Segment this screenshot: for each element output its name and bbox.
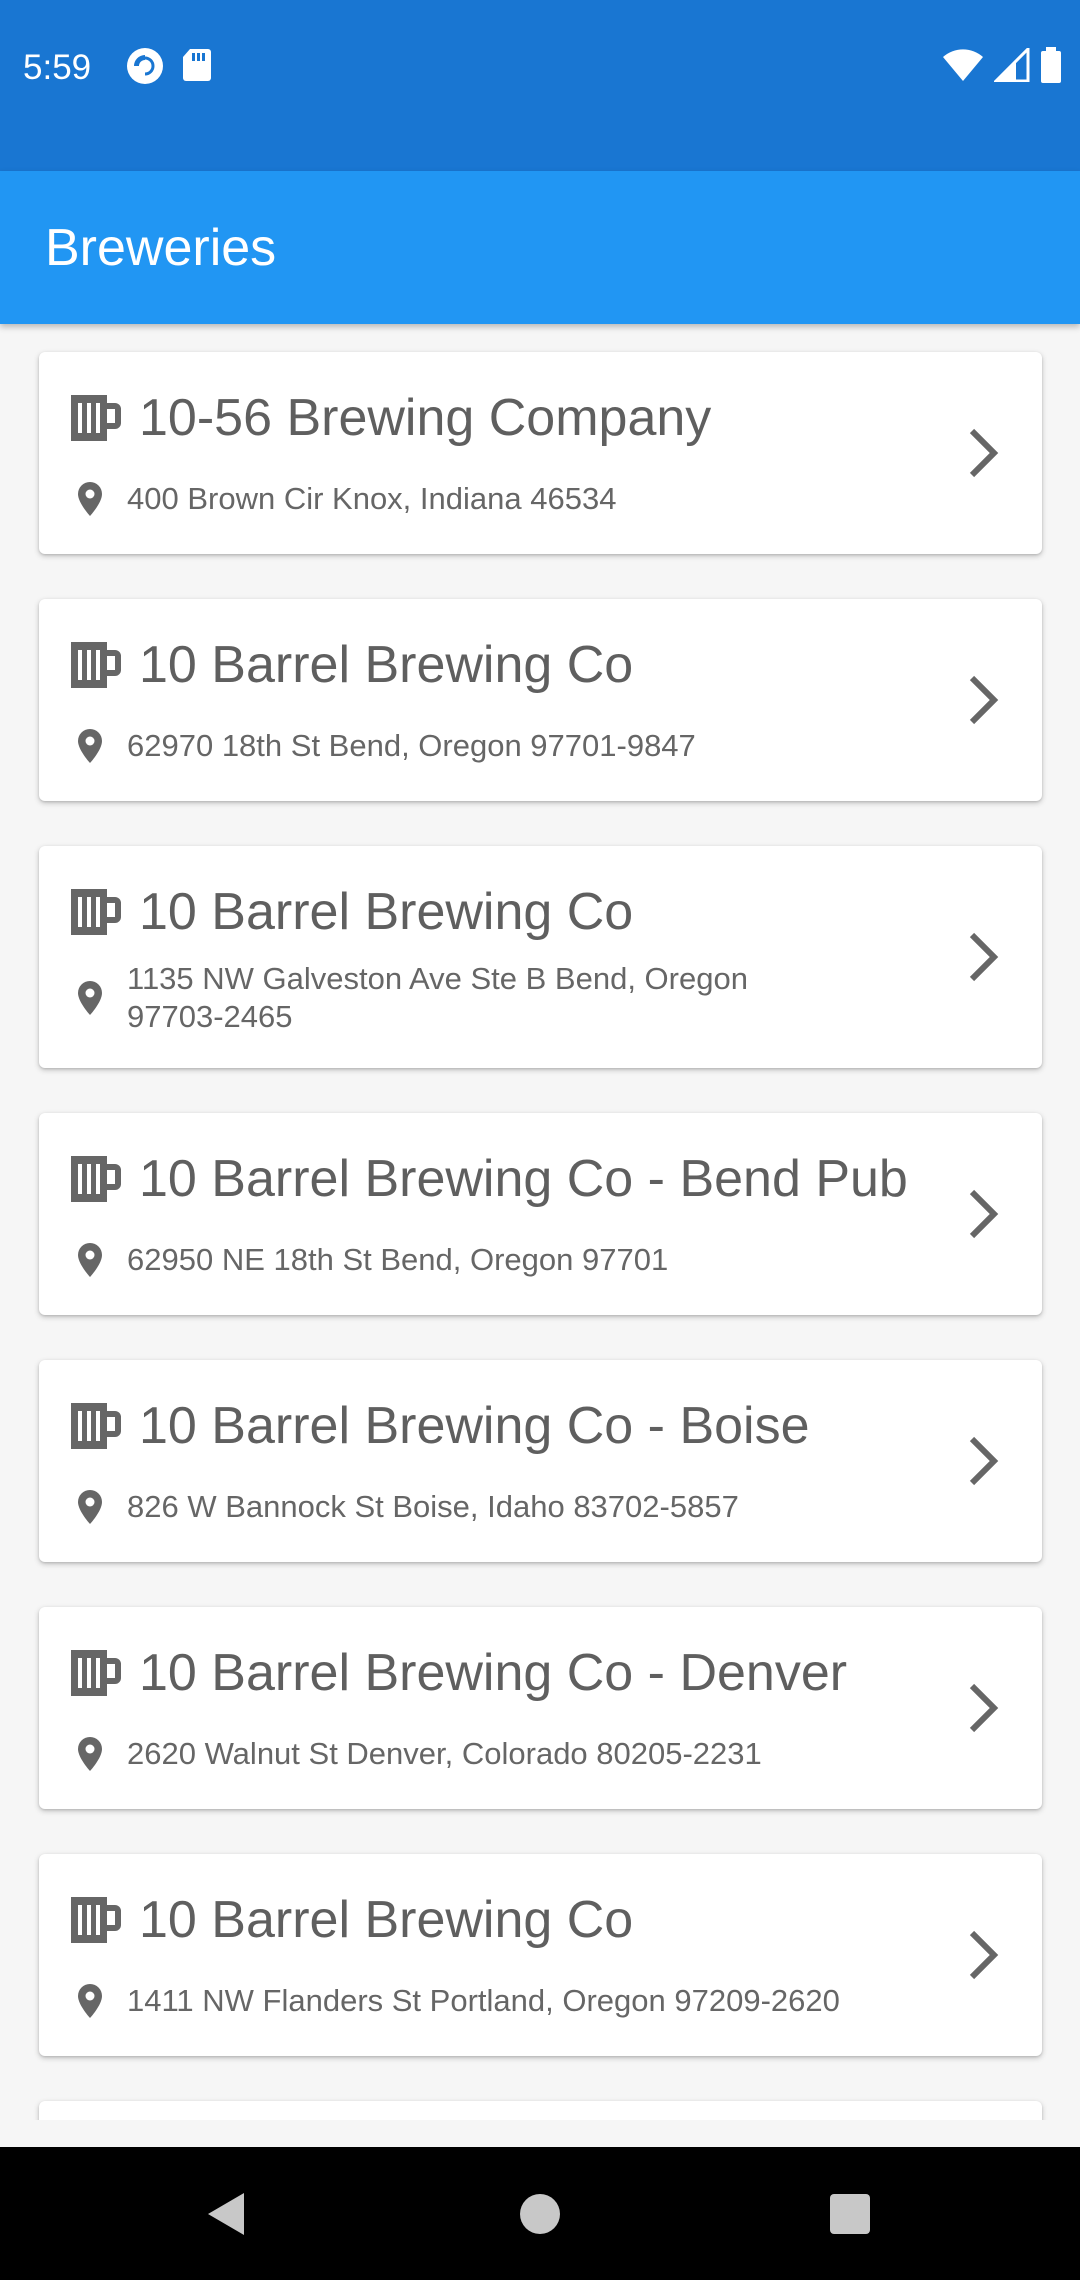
app-bar: Breweries [0, 171, 1080, 324]
brewery-card[interactable]: 10 Barrel Brewing Co - Boise 826 W Banno… [39, 1360, 1042, 1562]
brewery-address: 62970 18th St Bend, Oregon 97701-9847 [127, 728, 696, 763]
brewery-card[interactable]: 10 Barrel Brewing Co - Bend Pub 62950 NE… [39, 1113, 1042, 1315]
location-pin-icon [78, 1984, 102, 2018]
home-button[interactable] [500, 2147, 580, 2280]
brewery-name: 10 Barrel Brewing Co [139, 1891, 634, 1949]
cellular-signal-icon [994, 48, 1030, 82]
chevron-right-icon [969, 428, 999, 478]
status-icons-right [942, 47, 1062, 83]
location-pin-icon [78, 1243, 102, 1277]
chevron-right-icon [969, 1189, 999, 1239]
location-pin-icon [78, 981, 102, 1015]
brewery-address: 400 Brown Cir Knox, Indiana 46534 [127, 481, 617, 516]
sd-card-icon [182, 47, 212, 85]
beer-mug-icon [71, 1403, 121, 1449]
brewery-name: 10-56 Brewing Company [139, 389, 712, 447]
brewery-address: 826 W Bannock St Boise, Idaho 83702-5857 [127, 1489, 739, 1524]
brewery-card[interactable]: 10 Barrel Brewing Co 1135 NW Galveston A… [39, 846, 1042, 1068]
wifi-icon [942, 48, 984, 82]
chevron-right-icon [969, 1683, 999, 1733]
brewery-name: 10 Barrel Brewing Co [139, 636, 634, 694]
recents-icon [830, 2193, 870, 2234]
brewery-card[interactable]: 10 Barrel Brewing Co 62970 18th St Bend,… [39, 599, 1042, 801]
chevron-right-icon [969, 1930, 999, 1980]
brewery-address: 1411 NW Flanders St Portland, Oregon 972… [127, 1983, 840, 2018]
recents-button[interactable] [810, 2147, 890, 2280]
chevron-right-icon [969, 932, 999, 982]
brewery-name: 10 Barrel Brewing Co [139, 883, 634, 941]
page-title: Breweries [45, 219, 277, 277]
back-icon [208, 2192, 244, 2235]
brewery-address: 1135 NW Galveston Ave Ste B Bend, Oregon… [127, 961, 748, 1034]
chevron-right-icon [969, 1436, 999, 1486]
pocket-casts-icon [126, 47, 164, 85]
location-pin-icon [78, 1737, 102, 1771]
status-bar: 5:59 [0, 0, 1080, 171]
brewery-name: 10 Barrel Brewing Co - Denver [139, 1644, 848, 1702]
brewery-card-partial[interactable] [39, 2101, 1042, 2120]
home-icon [520, 2193, 560, 2234]
brewery-card[interactable]: 10-56 Brewing Company 400 Brown Cir Knox… [39, 352, 1042, 554]
brewery-card[interactable]: 10 Barrel Brewing Co 1411 NW Flanders St… [39, 1854, 1042, 2056]
beer-mug-icon [71, 1897, 121, 1943]
beer-mug-icon [71, 395, 121, 441]
brewery-address: 62950 NE 18th St Bend, Oregon 97701 [127, 1242, 669, 1277]
navigation-bar [0, 2147, 1080, 2280]
brewery-list[interactable]: 10-56 Brewing Company 400 Brown Cir Knox… [0, 324, 1080, 2120]
brewery-card[interactable]: 10 Barrel Brewing Co - Denver 2620 Walnu… [39, 1607, 1042, 1809]
battery-icon [1040, 47, 1062, 83]
location-pin-icon [78, 1490, 102, 1524]
beer-mug-icon [71, 889, 121, 935]
location-pin-icon [78, 482, 102, 516]
status-time: 5:59 [23, 48, 92, 87]
beer-mug-icon [71, 642, 121, 688]
location-pin-icon [78, 729, 102, 763]
beer-mug-icon [71, 1650, 121, 1696]
back-button[interactable] [186, 2147, 266, 2280]
chevron-right-icon [969, 675, 999, 725]
brewery-name: 10 Barrel Brewing Co - Bend Pub [139, 1150, 908, 1208]
brewery-address: 2620 Walnut St Denver, Colorado 80205-22… [127, 1736, 762, 1771]
brewery-name: 10 Barrel Brewing Co - Boise [139, 1397, 810, 1455]
beer-mug-icon [71, 1156, 121, 1202]
status-icons-left [126, 47, 212, 85]
